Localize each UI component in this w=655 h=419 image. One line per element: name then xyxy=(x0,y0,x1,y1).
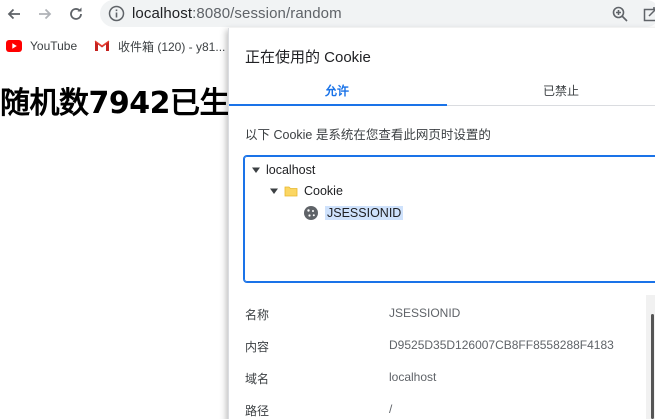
tree-folder-label: Cookie xyxy=(304,184,343,198)
tree-cookie-label: JSESSIONID xyxy=(325,206,404,220)
detail-value: D9525D35D126007CB8FF8558288F4183 xyxy=(389,338,614,352)
cookies-in-use-dialog: 正在使用的 Cookie 允许 已禁止 以下 Cookie 是系统在您查看此网页… xyxy=(228,28,655,419)
active-tab-indicator xyxy=(229,104,447,106)
tab-blocked[interactable]: 已禁止 xyxy=(461,82,655,99)
details-scrollbar-thumb[interactable] xyxy=(651,314,654,419)
bookmark-youtube[interactable]: YouTube xyxy=(6,36,77,56)
detail-key: 域名 xyxy=(245,372,270,386)
cookie-tabs: 允许 已禁止 xyxy=(229,78,655,106)
detail-key: 名称 xyxy=(245,308,270,322)
tab-allowed[interactable]: 允许 xyxy=(237,82,437,99)
share-icon[interactable] xyxy=(642,5,655,23)
detail-key: 内容 xyxy=(245,340,270,354)
url-path: :8080/session/random xyxy=(192,5,342,22)
info-icon[interactable] xyxy=(108,5,125,22)
page-heading: 随机数7942已生成 xyxy=(0,86,259,121)
detail-value: localhost xyxy=(389,370,437,384)
forward-arrow-icon xyxy=(39,8,52,20)
cookie-tree[interactable]: localhost Cookie JSESSIONID xyxy=(243,155,655,283)
address-bar[interactable]: localhost:8080/session/random xyxy=(100,0,655,27)
tree-node-folder[interactable]: Cookie xyxy=(269,181,343,201)
forward-button[interactable] xyxy=(33,2,57,26)
back-arrow-icon xyxy=(7,8,20,20)
folder-icon xyxy=(284,184,298,198)
detail-key: 路径 xyxy=(245,404,270,418)
bookmark-gmail[interactable]: 收件箱 (120) - y81... xyxy=(94,36,225,56)
url-text[interactable]: localhost:8080/session/random xyxy=(132,5,342,22)
url-host: localhost xyxy=(132,5,193,22)
tree-node-cookie[interactable]: JSESSIONID xyxy=(303,203,404,223)
dialog-description: 以下 Cookie 是系统在您查看此网页时设置的 xyxy=(245,128,491,142)
cookie-icon xyxy=(303,205,319,221)
browser-toolbar: localhost:8080/session/random xyxy=(0,0,655,28)
bookmark-youtube-label: YouTube xyxy=(30,39,78,53)
zoom-icon[interactable] xyxy=(611,5,629,23)
gmail-icon xyxy=(94,40,110,52)
youtube-icon xyxy=(6,40,22,52)
expand-arrow-icon[interactable] xyxy=(269,186,279,196)
reload-button[interactable] xyxy=(64,2,88,26)
detail-value: / xyxy=(389,402,393,416)
detail-value: JSESSIONID xyxy=(389,306,461,320)
expand-arrow-icon[interactable] xyxy=(251,165,261,175)
back-button[interactable] xyxy=(2,2,26,26)
bookmark-gmail-label: 收件箱 (120) - y81... xyxy=(118,39,226,54)
tree-host-label: localhost xyxy=(266,163,316,177)
reload-icon xyxy=(70,7,82,20)
dialog-title: 正在使用的 Cookie xyxy=(245,49,371,66)
tree-node-host[interactable]: localhost xyxy=(251,160,315,180)
